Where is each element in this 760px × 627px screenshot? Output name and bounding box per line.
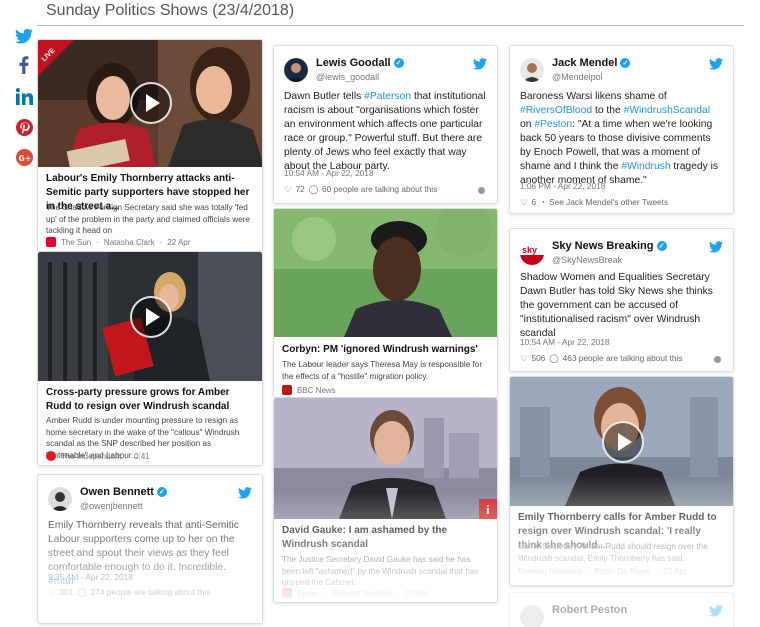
tweet-time[interactable]: 10:54 AM - Apr 22, 2018 [520, 337, 609, 347]
google-plus-icon[interactable]: G+ [14, 147, 34, 167]
tweet-author[interactable]: Robert Peston [552, 604, 627, 616]
tweet-author[interactable]: Jack Mendel ✓ [552, 57, 631, 69]
heart-icon[interactable]: ♡ [284, 184, 291, 194]
heart-icon[interactable]: ♡ [520, 197, 527, 207]
news-description: The Labour leader says Theresa May is re… [282, 360, 483, 381]
inews-logo-icon [282, 588, 292, 598]
hashtag-link[interactable]: #Windrush [621, 161, 670, 172]
news-description: The Justice Secretary David Gauke has sa… [282, 555, 479, 587]
verified-icon: ✓ [620, 58, 631, 68]
news-thumbnail[interactable]: i [274, 398, 497, 519]
svg-text:i: i [486, 502, 490, 517]
play-icon[interactable] [130, 296, 172, 338]
independent-logo-icon [46, 451, 56, 461]
hashtag-link[interactable]: #WindrushScandal [624, 105, 710, 116]
avatar[interactable] [520, 58, 544, 82]
news-thumbnail[interactable] [510, 377, 733, 506]
hashtag-link[interactable]: #Peston [534, 119, 572, 130]
news-thumbnail[interactable]: LIVE [38, 40, 262, 167]
hashtag-link[interactable]: #Paterson [364, 91, 411, 102]
news-thumbnail[interactable] [274, 209, 497, 337]
news-source: Evening Standard · Robin De Peyer · 22 Apr [518, 567, 687, 576]
tweet-time[interactable]: 9:35 AM - Apr 22, 2018 [48, 572, 133, 582]
tweet-handle[interactable]: @Mendelpol [552, 72, 603, 82]
tweet-card-robert-peston[interactable]: Robert Peston [509, 592, 734, 627]
twitter-icon[interactable] [709, 58, 723, 70]
tweet-text: Shadow Women and Equalities Secretary Da… [520, 272, 713, 339]
news-description: The Shadow Foreign Secretary said she wa… [46, 203, 250, 235]
tweet-card-lewis-goodall[interactable]: Lewis Goodall ✓ @lewis_goodall Dawn Butle… [273, 45, 498, 204]
sky-news-logo-icon[interactable]: sky [520, 241, 544, 265]
news-description: Home Secretary Amber Rudd should resign … [518, 542, 708, 563]
tweet-card-sky-news[interactable]: sky Sky News Breaking ✓ @SkyNewsBreak Sha… [509, 228, 734, 372]
news-title[interactable]: David Gauke: I am ashamed by the Windrus… [282, 524, 489, 552]
news-source: The Sun · Natasha Clark · 22 Apr [46, 237, 254, 247]
tweet-time[interactable]: 1:06 PM - Apr 22, 2018 [520, 181, 605, 191]
tweet-text: Baroness Warsi likens shame of #RiversOf… [520, 91, 719, 186]
tweet-author[interactable]: Sky News Breaking ✓ [552, 240, 667, 252]
news-source: The Independent · 0:41 [46, 451, 254, 461]
tweet-stats: ♡ 6 ◔ See Jack Mendel's other Tweets [520, 197, 669, 207]
tweet-stats: ♡ 72 ◯ 60 people are talking about this [284, 184, 438, 194]
play-icon[interactable] [130, 82, 172, 124]
news-card-gauke[interactable]: i David Gauke: I am ashamed by the Windr… [273, 398, 498, 603]
tweet-time[interactable]: 10:54 AM - Apr 22, 2018 [284, 168, 373, 178]
avatar[interactable] [520, 605, 544, 627]
avatar[interactable] [284, 58, 308, 82]
linkedin-icon[interactable] [14, 86, 34, 106]
news-source: iNews · Richard Vaughan · 22 Apr [282, 588, 489, 598]
avatar[interactable] [48, 487, 72, 511]
twitter-icon[interactable] [238, 487, 252, 499]
news-card-thornberry-rudd[interactable]: Emily Thornberry calls for Amber Rudd to… [509, 376, 734, 586]
news-card-corbyn[interactable]: Corbyn: PM 'ignored Windrush warnings' T… [273, 208, 498, 398]
twitter-icon[interactable] [709, 241, 723, 253]
tweet-stats: ♡ 506 ◯ 463 people are talking about this [520, 353, 683, 363]
tweet-handle[interactable]: @lewis_goodall [316, 72, 379, 82]
bbc-logo-icon [282, 385, 292, 395]
page-title: Sunday Politics Shows (23/4/2018) [37, 2, 744, 26]
tweet-handle[interactable]: @owenjbennett [80, 501, 143, 511]
heart-icon[interactable]: ♡ [520, 353, 527, 363]
comment-icon[interactable]: ◯ [77, 587, 86, 597]
pinterest-icon[interactable] [14, 117, 34, 137]
news-title[interactable]: Corbyn: PM 'ignored Windrush warnings' [282, 343, 489, 357]
play-icon[interactable] [602, 421, 644, 463]
tweet-handle[interactable]: @SkyNewsBreak [552, 255, 622, 265]
tweet-author[interactable]: Owen Bennett ✓ [80, 486, 167, 498]
tweet-text: Dawn Butler tells #Paterson that institu… [284, 91, 486, 172]
twitter-icon[interactable] [14, 26, 34, 46]
profile-icon[interactable]: ◔ [540, 197, 545, 207]
verified-icon: ✓ [156, 487, 167, 497]
svg-text:sky: sky [522, 245, 537, 255]
tweet-author[interactable]: Lewis Goodall ✓ [316, 57, 404, 69]
heart-icon[interactable]: ♡ [48, 587, 55, 597]
news-card-rudd[interactable]: Cross-party pressure grows for Amber Rud… [37, 252, 263, 466]
info-icon[interactable] [714, 356, 721, 363]
news-title[interactable]: Cross-party pressure grows for Amber Rud… [46, 386, 254, 414]
tweet-card-owen-bennett[interactable]: Owen Bennett ✓ @owenjbennett Emily Thornb… [37, 474, 263, 624]
the-sun-logo-icon [46, 237, 56, 247]
verified-icon: ✓ [656, 241, 667, 251]
verified-icon: ✓ [393, 58, 404, 68]
news-thumbnail[interactable] [38, 252, 262, 381]
svg-text:G+: G+ [18, 153, 31, 162]
news-source: BBC News [282, 385, 489, 395]
tweet-stats: ♡ 301 ◯ 274 people are talking about this [48, 587, 211, 597]
twitter-icon[interactable] [473, 58, 487, 70]
info-icon[interactable] [478, 187, 485, 194]
facebook-icon[interactable] [14, 55, 34, 75]
comment-icon[interactable]: ◯ [309, 184, 318, 194]
news-card-thornberry[interactable]: LIVE Labour's Emily Thornberry attacks a… [37, 39, 263, 252]
hashtag-link[interactable]: #RiversOfBlood [520, 105, 592, 116]
tweet-card-jack-mendel[interactable]: Jack Mendel ✓ @Mendelpol Baroness Warsi l… [509, 45, 734, 214]
twitter-icon[interactable] [709, 605, 723, 617]
comment-icon[interactable]: ◯ [549, 353, 558, 363]
